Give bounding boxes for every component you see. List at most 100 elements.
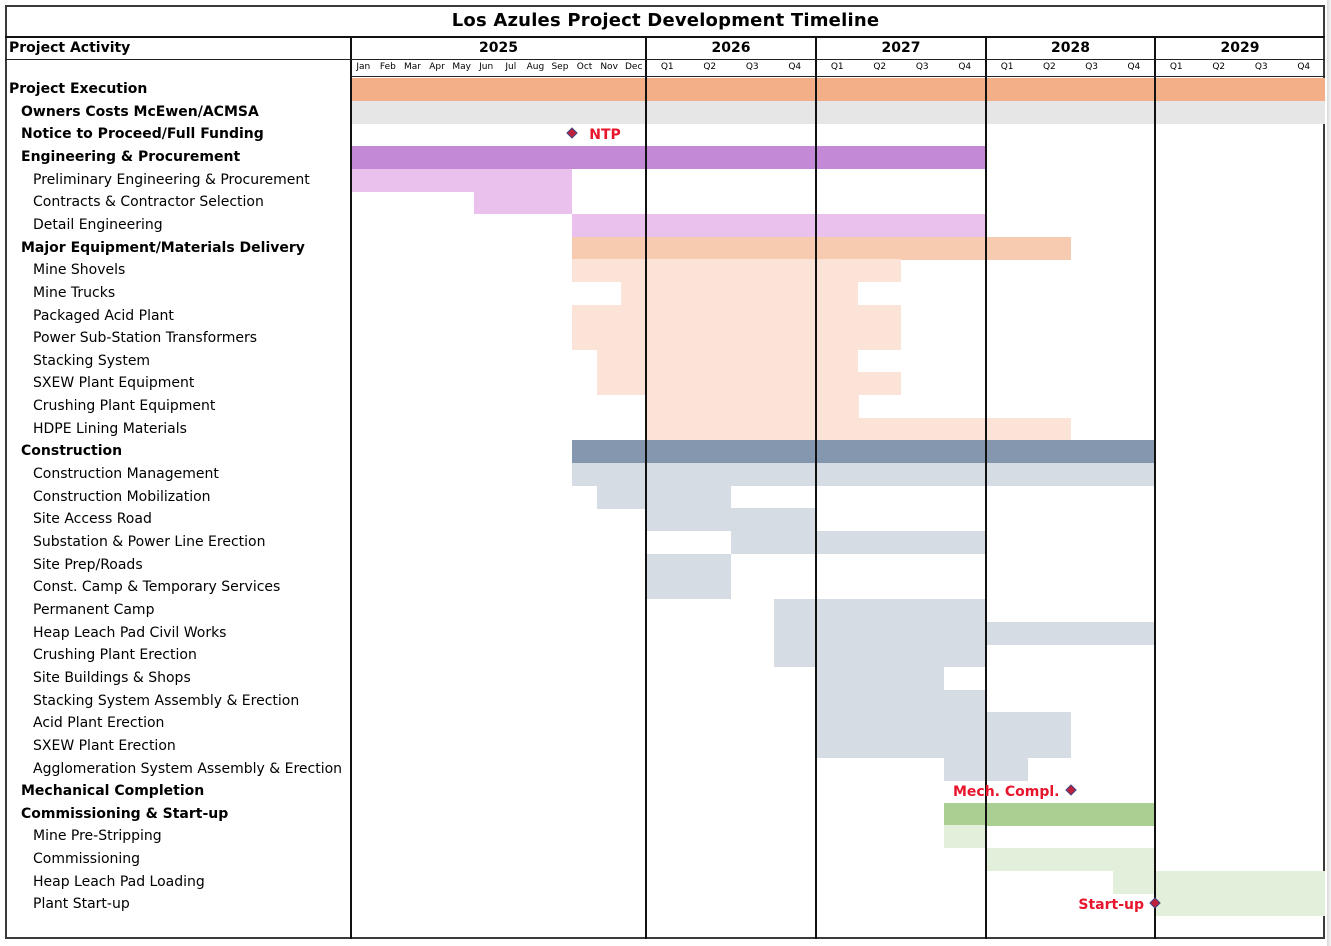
year-gridline-2025 — [350, 36, 352, 939]
gantt-bar-preliminary-engineering-procurement — [351, 168, 573, 192]
period-label-2029-q4: Q4 — [1297, 62, 1311, 72]
activity-label-construction: Construction — [21, 443, 123, 460]
year-label-2026: 2026 — [711, 40, 751, 56]
gantt-bar-site-buildings-shops — [816, 666, 944, 690]
column-header-activity: Project Activity — [9, 40, 131, 56]
gantt-bar-packaged-acid-plant — [572, 304, 901, 328]
gantt-bar-crushing-plant-erection — [773, 644, 986, 668]
period-label-2025-jun: Jun — [479, 62, 494, 72]
page-shadow — [1327, 0, 1331, 946]
period-label-2027-q2: Q2 — [873, 62, 887, 72]
gantt-bar-site-access-road — [646, 508, 816, 532]
activity-label-crushing-plant-equipment: Crushing Plant Equipment — [33, 398, 216, 415]
gantt-bar-stacking-system-assembly-erection — [816, 689, 986, 713]
activity-label-sxew-plant-erection: SXEW Plant Erection — [33, 737, 176, 754]
activity-label-mine-pre-stripping: Mine Pre-Stripping — [33, 828, 162, 845]
year-label-2027: 2027 — [881, 40, 921, 56]
year-gridline-2028 — [985, 36, 987, 939]
activity-label-site-access-road: Site Access Road — [33, 511, 152, 528]
period-label-2028-q1: Q1 — [1000, 62, 1014, 72]
period-label-2025-dec: Dec — [624, 62, 643, 72]
period-label-2027-q3: Q3 — [915, 62, 929, 72]
gantt-bar-project-execution — [351, 78, 1325, 101]
period-label-2028-q4: Q4 — [1127, 62, 1141, 72]
activity-label-commissioning-start-up: Commissioning & Start-up — [21, 805, 229, 822]
period-label-2025-jan: Jan — [356, 62, 371, 72]
milestone-label-notice-to-proceed-full-funding: NTP — [589, 127, 621, 144]
activity-label-mine-shovels: Mine Shovels — [33, 262, 126, 279]
period-label-2027-q4: Q4 — [958, 62, 972, 72]
milestone-label-plant-start-up: Start-up — [1078, 897, 1144, 914]
activity-label-mechanical-completion: Mechanical Completion — [21, 783, 205, 800]
gantt-bar-site-prep-roads — [646, 553, 731, 577]
period-label-2025-nov: Nov — [600, 62, 618, 72]
period-label-2025-apr: Apr — [429, 62, 445, 72]
gantt-bar-crushing-plant-equipment — [646, 395, 859, 419]
year-gridline-2027 — [815, 36, 817, 939]
gantt-bar-heap-leach-pad-loading — [1112, 870, 1325, 894]
period-label-2028-q3: Q3 — [1085, 62, 1099, 72]
activity-label-detail-engineering: Detail Engineering — [33, 216, 163, 233]
activity-label-stacking-system: Stacking System — [33, 352, 151, 369]
activity-label-contracts-contractor-selection: Contracts & Contractor Selection — [33, 194, 264, 211]
year-label-2028: 2028 — [1051, 40, 1090, 56]
activity-label-site-prep-roads: Site Prep/Roads — [33, 556, 143, 573]
year-gridline-2029 — [1154, 36, 1156, 939]
gantt-bar-detail-engineering — [572, 213, 986, 237]
activity-label-site-buildings-shops: Site Buildings & Shops — [33, 669, 191, 686]
header-divider — [5, 59, 1325, 60]
gantt-bar-construction-mobilization — [596, 485, 731, 509]
period-label-2026-q3: Q3 — [745, 62, 759, 72]
activity-label-heap-leach-pad-loading: Heap Leach Pad Loading — [33, 873, 205, 890]
activity-label-project-execution: Project Execution — [9, 81, 148, 97]
period-label-2025-mar: Mar — [403, 62, 421, 72]
activity-label-agglomeration-system-assembly-erection: Agglomeration System Assembly & Erection — [33, 760, 343, 777]
activity-label-mine-trucks: Mine Trucks — [33, 284, 116, 301]
milestone-label-mechanical-completion: Mech. Compl. — [952, 784, 1060, 801]
gantt-bar-heap-leach-pad-civil-works — [773, 621, 1155, 645]
gantt-bar-mine-shovels — [572, 259, 901, 283]
gantt-bar-const-camp-temporary-services — [646, 576, 731, 600]
gantt-bar-owners-costs-mcewen-acmsa — [351, 100, 1325, 124]
period-label-2025-may: May — [452, 62, 471, 72]
period-label-2025-jul: Jul — [505, 62, 517, 72]
activity-label-commissioning: Commissioning — [33, 851, 141, 868]
period-label-2026-q1: Q1 — [660, 62, 674, 72]
year-gridline-2026 — [645, 36, 647, 939]
period-label-2027-q1: Q1 — [830, 62, 844, 72]
gantt-bar-acid-plant-erection — [816, 712, 1071, 736]
period-label-2029-q3: Q3 — [1254, 62, 1268, 72]
period-label-2025-feb: Feb — [379, 62, 396, 72]
activity-label-stacking-system-assembly-erection: Stacking System Assembly & Erection — [33, 692, 300, 709]
gantt-bar-mine-trucks — [621, 281, 859, 305]
gantt-bar-engineering-procurement — [351, 145, 986, 169]
gantt-bar-hdpe-lining-materials — [646, 417, 1071, 441]
gantt-bar-substation-power-line-erection — [731, 531, 986, 554]
activity-label-crushing-plant-erection: Crushing Plant Erection — [33, 647, 197, 664]
activity-label-plant-start-up: Plant Start-up — [33, 896, 130, 913]
gantt-bar-contracts-contractor-selection — [473, 191, 573, 215]
title-divider — [5, 36, 1325, 38]
gantt-bar-permanent-camp — [773, 598, 986, 622]
activity-label-power-sub-station-transformers: Power Sub-Station Transformers — [33, 330, 257, 347]
activity-label-const-camp-temporary-services: Const. Camp & Temporary Services — [33, 579, 281, 596]
activity-label-construction-mobilization: Construction Mobilization — [33, 488, 211, 505]
period-label-2026-q4: Q4 — [788, 62, 802, 72]
gantt-bar-power-sub-station-transformers — [572, 327, 901, 351]
gantt-bar-construction-management — [572, 463, 1155, 487]
period-label-2028-q2: Q2 — [1042, 62, 1056, 72]
activity-label-packaged-acid-plant: Packaged Acid Plant — [33, 307, 174, 324]
period-label-2025-sep: Sep — [551, 62, 569, 72]
period-label-2025-aug: Aug — [526, 62, 545, 72]
activity-label-construction-management: Construction Management — [33, 466, 219, 483]
activity-label-engineering-procurement: Engineering & Procurement — [21, 148, 241, 165]
period-label-2029-q1: Q1 — [1169, 62, 1183, 72]
gantt-bar-sxew-plant-erection — [816, 734, 1071, 758]
year-label-2029: 2029 — [1220, 40, 1260, 56]
year-label-2025: 2025 — [479, 40, 518, 56]
gantt-bar-commissioning — [986, 848, 1155, 872]
period-label-2025-oct: Oct — [576, 62, 593, 72]
activity-label-notice-to-proceed-full-funding: Notice to Proceed/Full Funding — [21, 126, 264, 143]
period-label-2026-q2: Q2 — [703, 62, 717, 72]
activity-label-substation-power-line-erection: Substation & Power Line Erection — [33, 534, 266, 550]
